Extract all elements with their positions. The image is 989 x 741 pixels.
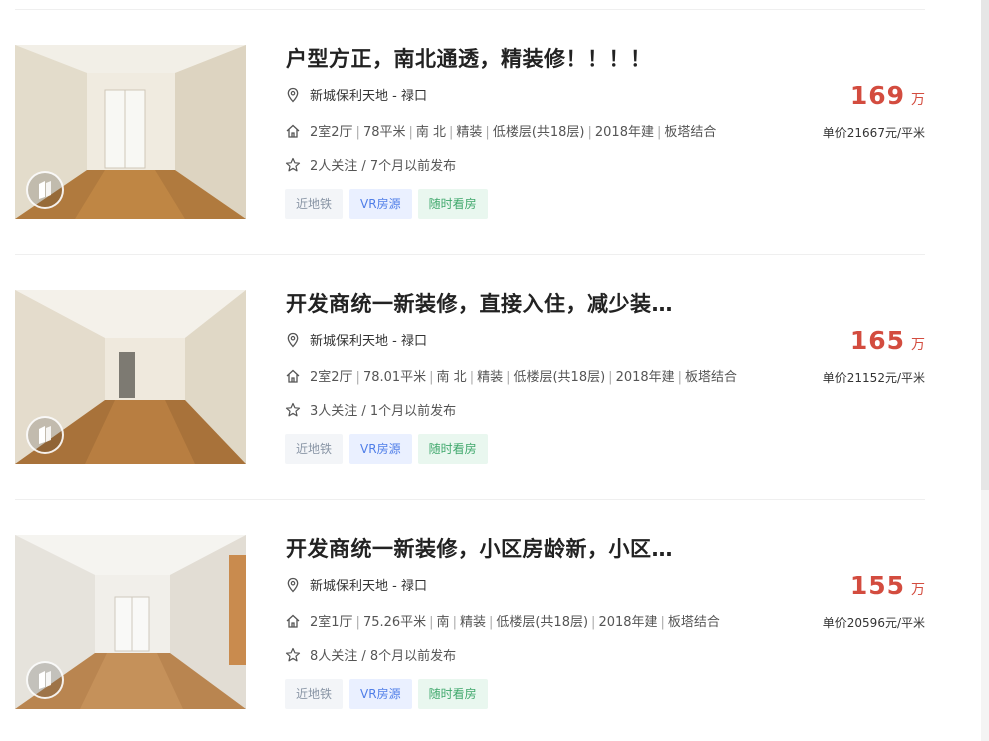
price-unit: 万 [911, 337, 925, 353]
vr-logo-icon [26, 661, 64, 699]
divider [15, 9, 925, 10]
info-layout: 2室2厅 [310, 125, 353, 140]
listing-title[interactable]: 开发商统一新装修，直接入住，减少装… [286, 288, 673, 318]
info-decoration: 精装 [459, 615, 486, 630]
divider [15, 254, 925, 255]
listing-photo[interactable] [15, 535, 246, 709]
vr-logo-icon [26, 171, 64, 209]
price-number: 165 [849, 326, 905, 355]
tag-subway: 近地铁 [285, 434, 344, 464]
location-text: 新城保利天地 - 禄口 [310, 579, 427, 594]
total-price: 155 万 [850, 571, 925, 600]
location-pin-icon [285, 332, 301, 348]
listing-tags: 近地铁 VR房源 随时看房 [285, 189, 494, 219]
info-layout: 2室2厅 [310, 370, 353, 385]
listing-item[interactable]: 开发商统一新装修，小区房龄新，小区… 新城保利天地 - 禄口 2室1厅 | 75.2… [15, 535, 925, 710]
scrollbar-track[interactable] [981, 0, 989, 741]
unit-price: 单价20596元/平米 [822, 616, 925, 630]
listing-item[interactable]: 户型方正，南北通透，精装修！！！！ 新城保利天地 - 禄口 2室2厅 | 78平米 |… [15, 43, 925, 255]
listing-location[interactable]: 新城保利天地 - 禄口 [285, 575, 427, 594]
listing-item[interactable]: 开发商统一新装修，直接入住，减少装… 新城保利天地 - 禄口 2室2厅 | 78.0… [15, 288, 925, 500]
info-type: 板塔结合 [664, 125, 717, 140]
listing-tags: 近地铁 VR房源 随时看房 [285, 679, 494, 709]
info-area: 78.01平米 [362, 370, 427, 385]
house-icon [285, 123, 301, 139]
listing-photo[interactable] [15, 290, 246, 464]
divider [15, 499, 925, 500]
total-price: 165 万 [850, 326, 925, 355]
tag-vr: VR房源 [349, 679, 412, 709]
info-year: 2018年建 [594, 125, 654, 140]
vr-logo-icon [26, 416, 64, 454]
listing-info: 2室2厅 | 78平米 | 南 北 | 精装 | 低楼层(共18层) | 2018年建 | 板塔结合 [285, 121, 716, 140]
tag-vr: VR房源 [349, 434, 412, 464]
info-area: 78平米 [362, 125, 406, 140]
info-type: 板塔结合 [667, 615, 720, 630]
info-floor: 低楼层(共18层) [513, 370, 606, 385]
star-icon [285, 157, 301, 173]
house-icon [285, 613, 301, 629]
follow-text: 2人关注 / 7个月以前发布 [310, 159, 457, 174]
tag-visit: 随时看房 [417, 189, 488, 219]
listing-follow: 8人关注 / 8个月以前发布 [285, 645, 456, 664]
price-number: 169 [849, 81, 905, 110]
info-floor: 低楼层(共18层) [492, 125, 585, 140]
location-pin-icon [285, 87, 301, 103]
tag-vr: VR房源 [349, 189, 412, 219]
info-type: 板塔结合 [685, 370, 738, 385]
listing-title[interactable]: 开发商统一新装修，小区房龄新，小区… [286, 533, 673, 563]
unit-price: 单价21667元/平米 [822, 126, 925, 140]
follow-text: 8人关注 / 8个月以前发布 [310, 649, 457, 664]
follow-text: 3人关注 / 1个月以前发布 [310, 404, 457, 419]
listing-location[interactable]: 新城保利天地 - 禄口 [285, 85, 427, 104]
listing-location[interactable]: 新城保利天地 - 禄口 [285, 330, 427, 349]
listing-follow: 2人关注 / 7个月以前发布 [285, 155, 456, 174]
tag-visit: 随时看房 [417, 434, 488, 464]
price-number: 155 [849, 571, 905, 600]
listing-title[interactable]: 户型方正，南北通透，精装修！！！！ [286, 43, 652, 73]
info-decoration: 精装 [477, 370, 504, 385]
listing-photo[interactable] [15, 45, 246, 219]
listing-info: 2室1厅 | 75.26平米 | 南 | 精装 | 低楼层(共18层) | 2018年建 | 板塔结合 [285, 611, 720, 630]
star-icon [285, 402, 301, 418]
price-unit: 万 [911, 92, 925, 108]
info-orientation: 南 北 [415, 125, 447, 140]
info-decoration: 精装 [456, 125, 483, 140]
total-price: 169 万 [850, 81, 925, 110]
price-unit: 万 [911, 582, 925, 598]
location-text: 新城保利天地 - 禄口 [310, 334, 427, 349]
scrollbar-thumb[interactable] [981, 0, 989, 490]
info-floor: 低楼层(共18层) [496, 615, 589, 630]
info-layout: 2室1厅 [310, 615, 353, 630]
listing-tags: 近地铁 VR房源 随时看房 [285, 434, 494, 464]
listing-follow: 3人关注 / 1个月以前发布 [285, 400, 456, 419]
star-icon [285, 647, 301, 663]
unit-price: 单价21152元/平米 [822, 371, 925, 385]
info-orientation: 南 [436, 615, 450, 630]
info-year: 2018年建 [615, 370, 675, 385]
info-area: 75.26平米 [362, 615, 427, 630]
info-orientation: 南 北 [436, 370, 467, 385]
tag-subway: 近地铁 [285, 189, 344, 219]
listing-info: 2室2厅 | 78.01平米 | 南 北 | 精装 | 低楼层(共18层) | 2018年建 | 板塔结… [285, 366, 737, 385]
tag-visit: 随时看房 [417, 679, 488, 709]
info-year: 2018年建 [598, 615, 658, 630]
tag-subway: 近地铁 [285, 679, 344, 709]
location-text: 新城保利天地 - 禄口 [310, 89, 427, 104]
location-pin-icon [285, 577, 301, 593]
house-icon [285, 368, 301, 384]
